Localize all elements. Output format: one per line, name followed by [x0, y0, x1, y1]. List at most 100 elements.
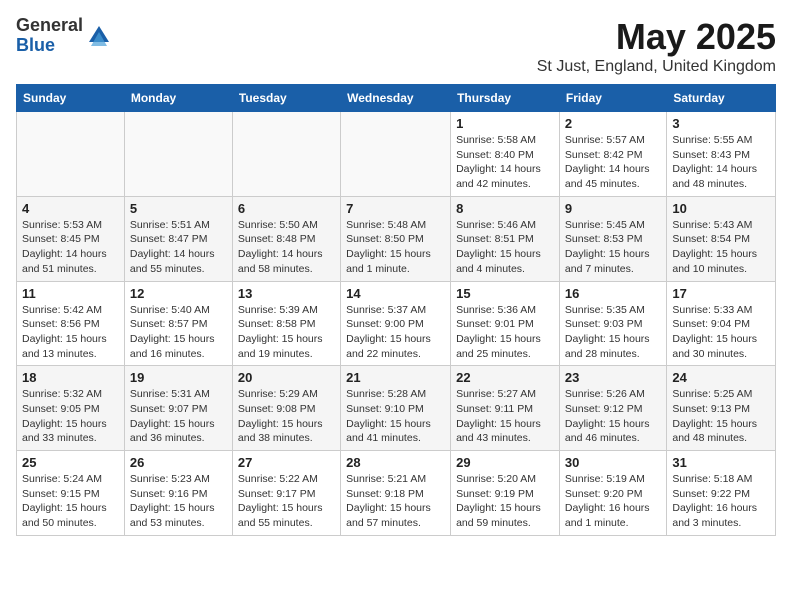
- day-number: 1: [456, 116, 554, 131]
- day-number: 19: [130, 370, 227, 385]
- day-info: Sunrise: 5:55 AM Sunset: 8:43 PM Dayligh…: [672, 133, 770, 192]
- month-title: May 2025: [537, 16, 776, 58]
- day-number: 8: [456, 201, 554, 216]
- day-info: Sunrise: 5:22 AM Sunset: 9:17 PM Dayligh…: [238, 472, 335, 531]
- day-info: Sunrise: 5:18 AM Sunset: 9:22 PM Dayligh…: [672, 472, 770, 531]
- day-number: 5: [130, 201, 227, 216]
- calendar-cell: 19Sunrise: 5:31 AM Sunset: 9:07 PM Dayli…: [124, 366, 232, 451]
- day-number: 28: [346, 455, 445, 470]
- calendar-cell: 29 Sunrise: 5:20 AM Sunset: 9:19 PM Dayli…: [451, 451, 560, 536]
- calendar-cell: 3Sunrise: 5:55 AM Sunset: 8:43 PM Daylig…: [667, 112, 776, 197]
- day-number: 24: [672, 370, 770, 385]
- day-info: Sunrise: 5:53 AM Sunset: 8:45 PM Dayligh…: [22, 218, 119, 277]
- day-info: Sunrise: 5:19 AM Sunset: 9:20 PM Dayligh…: [565, 472, 661, 531]
- calendar-cell: 9 Sunrise: 5:45 AM Sunset: 8:53 PM Daylig…: [559, 196, 666, 281]
- calendar-cell: [232, 112, 340, 197]
- day-info: Sunrise: 5:32 AM Sunset: 9:05 PM Dayligh…: [22, 387, 119, 446]
- calendar-cell: 24 Sunrise: 5:25 AM Sunset: 9:13 PM Dayli…: [667, 366, 776, 451]
- location: St Just, England, United Kingdom: [537, 58, 776, 76]
- day-info: Sunrise: 5:57 AM Sunset: 8:42 PM Dayligh…: [565, 133, 661, 192]
- logo-general: General: [16, 16, 83, 36]
- logo-icon: [85, 22, 113, 50]
- header-monday: Monday: [124, 85, 232, 112]
- day-number: 15: [456, 286, 554, 301]
- day-number: 6: [238, 201, 335, 216]
- calendar-table: SundayMondayTuesdayWednesdayThursdayFrid…: [16, 84, 776, 536]
- day-info: Sunrise: 5:58 AM Sunset: 8:40 PM Dayligh…: [456, 133, 554, 192]
- day-number: 12: [130, 286, 227, 301]
- calendar-header-row: SundayMondayTuesdayWednesdayThursdayFrid…: [17, 85, 776, 112]
- calendar-cell: 20Sunrise: 5:29 AM Sunset: 9:08 PM Dayli…: [232, 366, 340, 451]
- day-number: 7: [346, 201, 445, 216]
- day-info: Sunrise: 5:23 AM Sunset: 9:16 PM Dayligh…: [130, 472, 227, 531]
- day-info: Sunrise: 5:36 AM Sunset: 9:01 PM Dayligh…: [456, 303, 554, 362]
- header-saturday: Saturday: [667, 85, 776, 112]
- calendar-cell: 16Sunrise: 5:35 AM Sunset: 9:03 PM Dayli…: [559, 281, 666, 366]
- calendar-cell: 25 Sunrise: 5:24 AM Sunset: 9:15 PM Dayli…: [17, 451, 125, 536]
- week-row-0: 1 Sunrise: 5:58 AM Sunset: 8:40 PM Daylig…: [17, 112, 776, 197]
- logo: General Blue: [16, 16, 113, 56]
- calendar-cell: 18 Sunrise: 5:32 AM Sunset: 9:05 PM Dayli…: [17, 366, 125, 451]
- day-info: Sunrise: 5:33 AM Sunset: 9:04 PM Dayligh…: [672, 303, 770, 362]
- header-thursday: Thursday: [451, 85, 560, 112]
- day-info: Sunrise: 5:35 AM Sunset: 9:03 PM Dayligh…: [565, 303, 661, 362]
- page-header: General Blue May 2025 St Just, England, …: [16, 16, 776, 76]
- calendar-cell: 31 Sunrise: 5:18 AM Sunset: 9:22 PM Dayli…: [667, 451, 776, 536]
- week-row-4: 25 Sunrise: 5:24 AM Sunset: 9:15 PM Dayli…: [17, 451, 776, 536]
- title-block: May 2025 St Just, England, United Kingdo…: [537, 16, 776, 76]
- header-wednesday: Wednesday: [341, 85, 451, 112]
- calendar-cell: 23Sunrise: 5:26 AM Sunset: 9:12 PM Dayli…: [559, 366, 666, 451]
- day-number: 30: [565, 455, 661, 470]
- calendar-cell: 12Sunrise: 5:40 AM Sunset: 8:57 PM Dayli…: [124, 281, 232, 366]
- day-number: 20: [238, 370, 335, 385]
- day-info: Sunrise: 5:45 AM Sunset: 8:53 PM Dayligh…: [565, 218, 661, 277]
- day-number: 25: [22, 455, 119, 470]
- calendar-cell: [341, 112, 451, 197]
- week-row-2: 11 Sunrise: 5:42 AM Sunset: 8:56 PM Dayli…: [17, 281, 776, 366]
- calendar-cell: 15 Sunrise: 5:36 AM Sunset: 9:01 PM Dayli…: [451, 281, 560, 366]
- calendar-cell: 7 Sunrise: 5:48 AM Sunset: 8:50 PM Daylig…: [341, 196, 451, 281]
- day-info: Sunrise: 5:28 AM Sunset: 9:10 PM Dayligh…: [346, 387, 445, 446]
- calendar-cell: 11 Sunrise: 5:42 AM Sunset: 8:56 PM Dayli…: [17, 281, 125, 366]
- day-info: Sunrise: 5:24 AM Sunset: 9:15 PM Dayligh…: [22, 472, 119, 531]
- calendar-cell: 30 Sunrise: 5:19 AM Sunset: 9:20 PM Dayli…: [559, 451, 666, 536]
- day-number: 26: [130, 455, 227, 470]
- calendar-cell: 5Sunrise: 5:51 AM Sunset: 8:47 PM Daylig…: [124, 196, 232, 281]
- day-info: Sunrise: 5:43 AM Sunset: 8:54 PM Dayligh…: [672, 218, 770, 277]
- day-number: 2: [565, 116, 661, 131]
- logo-blue: Blue: [16, 36, 83, 56]
- day-number: 17: [672, 286, 770, 301]
- calendar-cell: 26 Sunrise: 5:23 AM Sunset: 9:16 PM Dayli…: [124, 451, 232, 536]
- day-info: Sunrise: 5:48 AM Sunset: 8:50 PM Dayligh…: [346, 218, 445, 277]
- day-info: Sunrise: 5:21 AM Sunset: 9:18 PM Dayligh…: [346, 472, 445, 531]
- day-number: 14: [346, 286, 445, 301]
- week-row-3: 18 Sunrise: 5:32 AM Sunset: 9:05 PM Dayli…: [17, 366, 776, 451]
- day-info: Sunrise: 5:27 AM Sunset: 9:11 PM Dayligh…: [456, 387, 554, 446]
- calendar-cell: [17, 112, 125, 197]
- day-number: 18: [22, 370, 119, 385]
- calendar-cell: 10 Sunrise: 5:43 AM Sunset: 8:54 PM Dayli…: [667, 196, 776, 281]
- day-number: 27: [238, 455, 335, 470]
- day-info: Sunrise: 5:46 AM Sunset: 8:51 PM Dayligh…: [456, 218, 554, 277]
- calendar-cell: 13 Sunrise: 5:39 AM Sunset: 8:58 PM Dayli…: [232, 281, 340, 366]
- calendar-cell: 28 Sunrise: 5:21 AM Sunset: 9:18 PM Dayli…: [341, 451, 451, 536]
- day-number: 4: [22, 201, 119, 216]
- day-number: 9: [565, 201, 661, 216]
- day-info: Sunrise: 5:25 AM Sunset: 9:13 PM Dayligh…: [672, 387, 770, 446]
- day-number: 13: [238, 286, 335, 301]
- day-number: 10: [672, 201, 770, 216]
- day-info: Sunrise: 5:20 AM Sunset: 9:19 PM Dayligh…: [456, 472, 554, 531]
- header-sunday: Sunday: [17, 85, 125, 112]
- calendar-cell: 2 Sunrise: 5:57 AM Sunset: 8:42 PM Daylig…: [559, 112, 666, 197]
- day-info: Sunrise: 5:39 AM Sunset: 8:58 PM Dayligh…: [238, 303, 335, 362]
- calendar-cell: 4 Sunrise: 5:53 AM Sunset: 8:45 PM Daylig…: [17, 196, 125, 281]
- day-info: Sunrise: 5:42 AM Sunset: 8:56 PM Dayligh…: [22, 303, 119, 362]
- calendar-cell: 1 Sunrise: 5:58 AM Sunset: 8:40 PM Daylig…: [451, 112, 560, 197]
- day-number: 29: [456, 455, 554, 470]
- calendar-cell: 21Sunrise: 5:28 AM Sunset: 9:10 PM Dayli…: [341, 366, 451, 451]
- day-number: 22: [456, 370, 554, 385]
- calendar-cell: 22 Sunrise: 5:27 AM Sunset: 9:11 PM Dayli…: [451, 366, 560, 451]
- day-number: 31: [672, 455, 770, 470]
- day-info: Sunrise: 5:50 AM Sunset: 8:48 PM Dayligh…: [238, 218, 335, 277]
- day-number: 11: [22, 286, 119, 301]
